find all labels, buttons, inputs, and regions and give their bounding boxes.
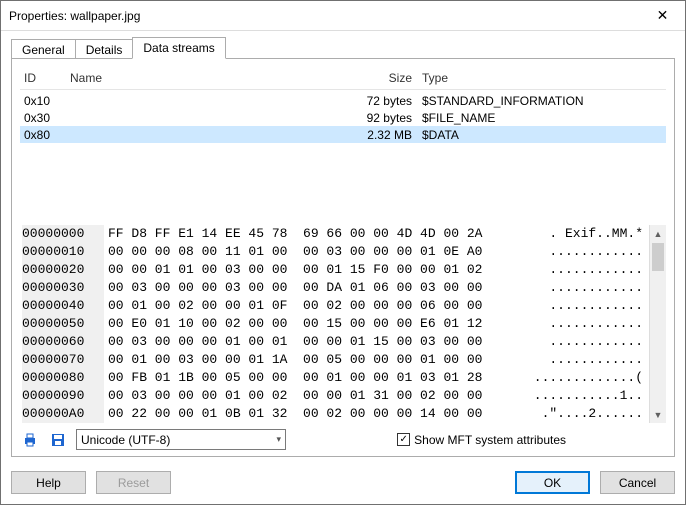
- col-id[interactable]: ID: [24, 71, 70, 85]
- hex-line: 00000000FF D8 FF E1 14 EE 45 78 69 66 00…: [20, 225, 649, 243]
- hex-line: 0000005000 E0 01 10 00 02 00 00 00 15 00…: [20, 315, 649, 333]
- scrollbar[interactable]: ▲ ▼: [649, 225, 666, 423]
- scroll-up-icon[interactable]: ▲: [650, 225, 666, 242]
- table-header: ID Name Size Type: [20, 67, 666, 89]
- hex-line: 0000009000 03 00 00 00 01 00 02 00 00 01…: [20, 387, 649, 405]
- hex-viewer[interactable]: 00000000FF D8 FF E1 14 EE 45 78 69 66 00…: [20, 225, 649, 423]
- table-row[interactable]: 0x10 72 bytes $STANDARD_INFORMATION: [20, 92, 666, 109]
- col-size[interactable]: Size: [334, 71, 422, 85]
- save-icon[interactable]: [48, 430, 68, 450]
- tab-data-streams[interactable]: Data streams: [132, 37, 225, 59]
- encoding-select[interactable]: Unicode (UTF-8) ▾: [76, 429, 286, 450]
- cancel-button[interactable]: Cancel: [600, 471, 675, 494]
- hex-line: 0000001000 00 00 08 00 11 01 00 00 03 00…: [20, 243, 649, 261]
- tab-strip: General Details Data streams: [11, 37, 675, 59]
- table-row[interactable]: 0x30 92 bytes $FILE_NAME: [20, 109, 666, 126]
- table-row[interactable]: 0x80 2.32 MB $DATA: [20, 126, 666, 143]
- scroll-down-icon[interactable]: ▼: [650, 406, 666, 423]
- title-bar: Properties: wallpaper.jpg ✕: [1, 1, 685, 31]
- tab-general[interactable]: General: [11, 39, 76, 59]
- show-mft-checkbox[interactable]: ✓ Show MFT system attributes: [397, 433, 566, 447]
- hex-line: 0000006000 03 00 00 00 01 00 01 00 00 01…: [20, 333, 649, 351]
- col-type[interactable]: Type: [422, 71, 662, 85]
- print-icon[interactable]: [20, 430, 40, 450]
- checkbox-checked-icon: ✓: [397, 433, 410, 446]
- hex-line: 0000002000 00 01 01 00 03 00 00 00 01 15…: [20, 261, 649, 279]
- scroll-thumb[interactable]: [652, 243, 664, 271]
- col-name[interactable]: Name: [70, 71, 334, 85]
- ok-button[interactable]: OK: [515, 471, 590, 494]
- help-button[interactable]: Help: [11, 471, 86, 494]
- hex-line: 000000A000 22 00 00 01 0B 01 32 00 02 00…: [20, 405, 649, 423]
- tab-details[interactable]: Details: [75, 39, 134, 59]
- window-title: Properties: wallpaper.jpg: [9, 9, 640, 23]
- chevron-down-icon: ▾: [276, 434, 281, 445]
- encoding-value: Unicode (UTF-8): [81, 433, 170, 447]
- hex-line: 0000007000 01 00 03 00 00 01 1A 00 05 00…: [20, 351, 649, 369]
- hex-line: 0000008000 FB 01 1B 00 05 00 00 00 01 00…: [20, 369, 649, 387]
- hex-line: 0000004000 01 00 02 00 00 01 0F 00 02 00…: [20, 297, 649, 315]
- reset-button: Reset: [96, 471, 171, 494]
- close-button[interactable]: ✕: [640, 1, 685, 31]
- checkbox-label: Show MFT system attributes: [414, 433, 566, 447]
- hex-line: 0000003000 03 00 00 00 03 00 00 00 DA 01…: [20, 279, 649, 297]
